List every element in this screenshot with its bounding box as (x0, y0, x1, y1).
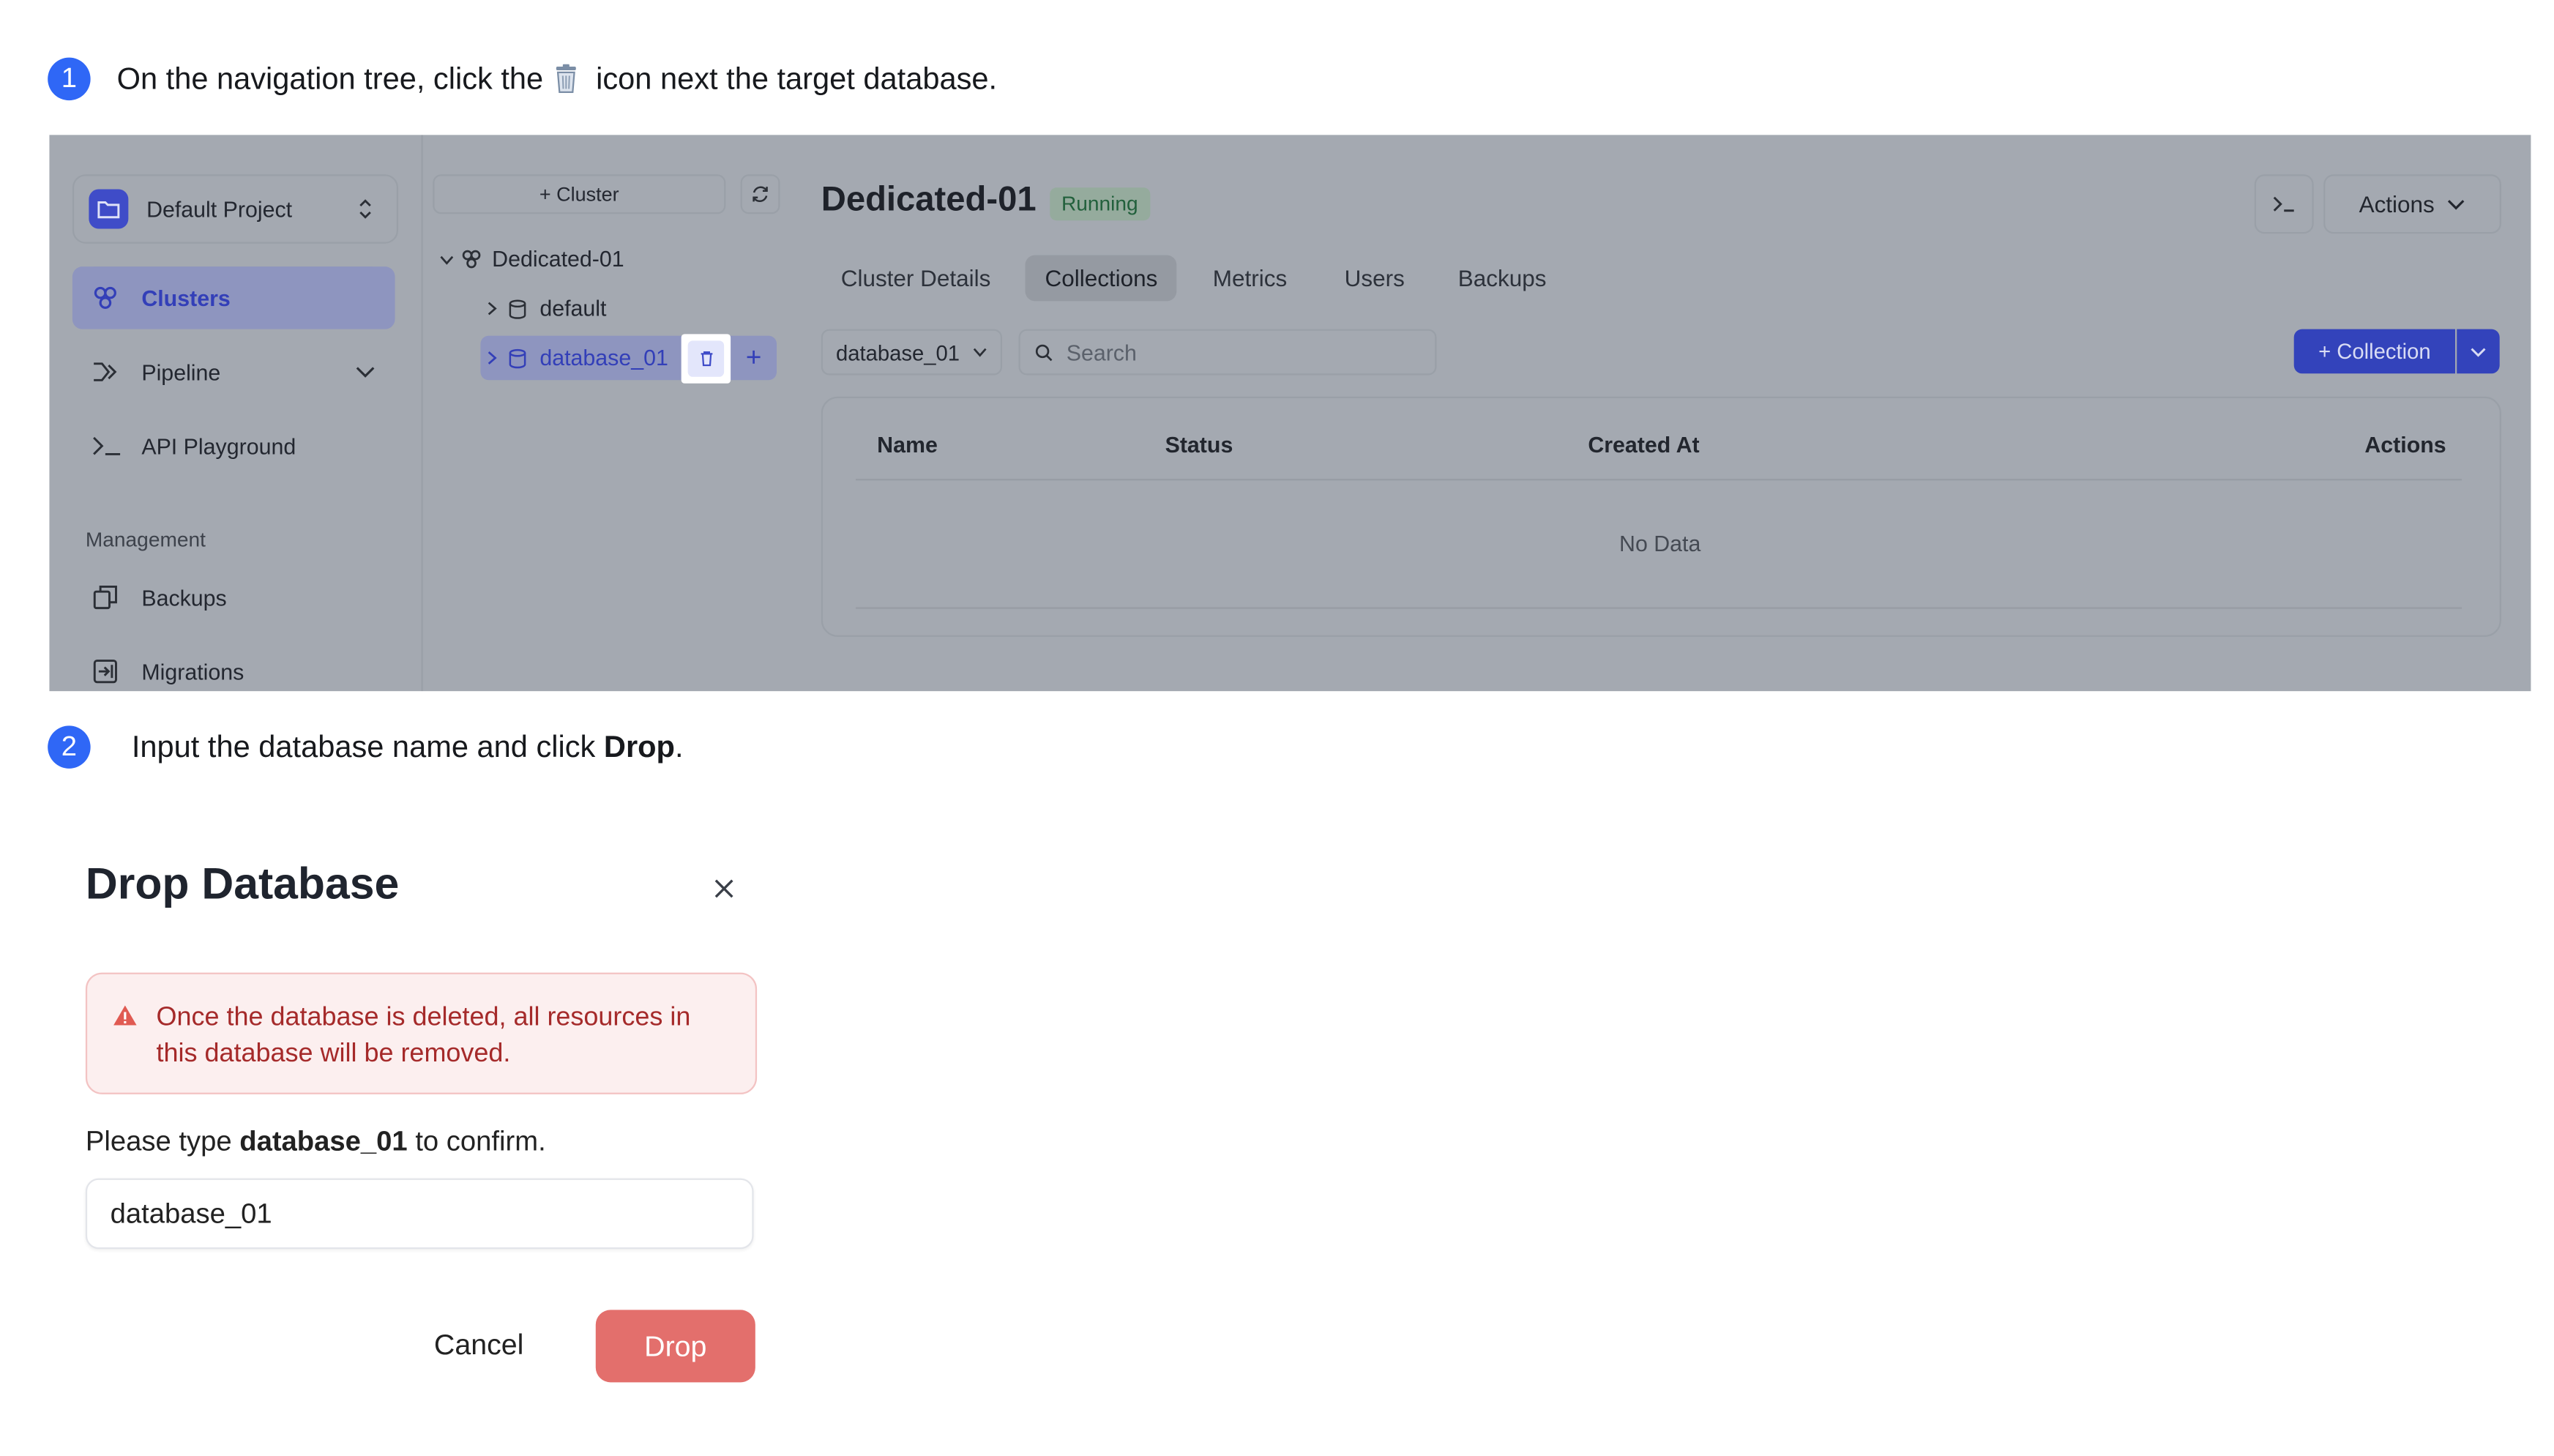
tree-database-default[interactable]: default (487, 296, 606, 321)
column-header-status: Status (1165, 433, 1233, 458)
chevron-down-icon (439, 254, 454, 264)
step-2-text: Input the database name and click Drop . (132, 729, 684, 765)
step-2-text-bold: Drop (603, 728, 675, 764)
clusters-icon (92, 285, 128, 311)
search-placeholder: Search (1066, 340, 1137, 365)
sidebar-item-backups[interactable]: Backups (72, 566, 395, 628)
cancel-button[interactable]: Cancel (411, 1310, 546, 1381)
search-icon (1035, 343, 1053, 362)
confirm-database-name: database_01 (239, 1125, 408, 1157)
cluster-title: Dedicated-01 (821, 181, 1037, 219)
table-header-divider (855, 479, 2462, 481)
database-name-input[interactable] (85, 1178, 754, 1250)
database-icon (509, 348, 527, 368)
add-cluster-button[interactable]: + Cluster (433, 174, 726, 214)
tab-backups[interactable]: Backups (1438, 255, 1567, 301)
column-header-name: Name (877, 433, 938, 458)
terminal-icon (2272, 196, 2295, 212)
warning-alert: Once the database is deleted, all resour… (85, 972, 758, 1094)
step-2-text-before: Input the database name and click (131, 728, 604, 764)
updown-chevron-icon (357, 198, 373, 220)
status-badge: Running (1050, 187, 1150, 221)
folder-icon (89, 189, 129, 229)
step-2-badge: 2 (48, 725, 91, 769)
step-2-text-after: . (674, 728, 684, 764)
migrations-icon (92, 658, 128, 684)
sidebar-item-label: Clusters (141, 285, 231, 310)
pipeline-icon (92, 360, 128, 383)
sidebar-divider (421, 135, 423, 692)
sidebar-item-label: Migrations (141, 659, 244, 684)
management-section-label: Management (85, 528, 206, 552)
tree-cluster-label: Dedicated-01 (492, 247, 624, 272)
actions-button[interactable]: Actions (2323, 174, 2501, 234)
terminal-button[interactable] (2254, 174, 2314, 234)
trash-icon (687, 340, 725, 377)
add-collection-button[interactable]: + Collection (2293, 329, 2456, 374)
chevron-right-icon (487, 301, 497, 316)
tab-cluster-details[interactable]: Cluster Details (821, 255, 1011, 301)
step-1-text: On the navigation tree, click the icon n… (117, 61, 998, 97)
close-button[interactable] (708, 872, 741, 905)
dialog-title: Drop Database (85, 859, 400, 908)
search-input[interactable]: Search (1018, 329, 1437, 376)
tree-database-database-01[interactable]: database_01 (487, 346, 668, 370)
terminal-icon (92, 436, 128, 456)
trash-icon (553, 64, 580, 94)
sidebar-item-label: API Playground (141, 433, 296, 459)
refresh-button[interactable] (740, 174, 780, 214)
database-icon (509, 299, 527, 318)
add-collection-dropdown[interactable] (2457, 329, 2500, 374)
step-1-badge: 1 (48, 57, 91, 101)
console-screenshot: Default Project Clusters Pipeline API Pl… (49, 135, 2531, 692)
refresh-icon (750, 184, 770, 204)
chevron-down-icon (2448, 198, 2466, 210)
delete-database-button[interactable] (681, 334, 731, 384)
tree-database-label: default (539, 296, 607, 321)
confirm-instruction: Please type database_01 to confirm. (86, 1126, 546, 1159)
confirm-text-after: to confirm. (407, 1125, 546, 1157)
chevron-down-icon (2470, 346, 2486, 356)
sidebar-item-label: Pipeline (141, 359, 221, 384)
step-1-text-after: icon next the target database. (596, 61, 998, 96)
actions-label: Actions (2359, 190, 2435, 217)
tab-users[interactable]: Users (1325, 255, 1425, 301)
tab-metrics[interactable]: Metrics (1193, 255, 1307, 301)
sidebar-item-pipeline[interactable]: Pipeline (72, 340, 395, 403)
sidebar-item-label: Backups (141, 585, 227, 610)
drop-button[interactable]: Drop (595, 1310, 755, 1383)
empty-state-text: No Data (1619, 531, 1701, 556)
tab-collections[interactable]: Collections (1025, 255, 1178, 302)
table-footer-divider (855, 607, 2462, 609)
column-header-created-at: Created At (1588, 433, 1700, 458)
column-header-actions: Actions (2364, 433, 2446, 458)
sidebar-item-clusters[interactable]: Clusters (72, 266, 395, 329)
project-selector[interactable]: Default Project (72, 174, 399, 244)
warning-icon (112, 1004, 138, 1026)
chevron-down-icon (356, 365, 376, 378)
add-collection-tree-button[interactable] (741, 344, 767, 370)
sidebar-item-api-playground[interactable]: API Playground (72, 414, 395, 477)
sidebar-item-migrations[interactable]: Migrations (72, 640, 395, 691)
project-name: Default Project (146, 196, 293, 222)
backups-icon (92, 584, 128, 611)
step-1-text-before: On the navigation tree, click the (116, 61, 544, 96)
plus-icon (745, 349, 761, 365)
chevron-right-icon (487, 351, 497, 365)
warning-text: Once the database is deleted, all resour… (156, 1004, 691, 1068)
database-select-value: database_01 (835, 340, 960, 365)
confirm-text-before: Please type (85, 1125, 240, 1157)
clusters-icon (460, 248, 482, 269)
close-icon (712, 877, 735, 900)
tree-database-label: database_01 (539, 346, 668, 370)
database-select[interactable]: database_01 (821, 329, 1003, 376)
tree-cluster-node[interactable]: Dedicated-01 (439, 247, 624, 272)
chevron-down-icon (973, 347, 987, 357)
